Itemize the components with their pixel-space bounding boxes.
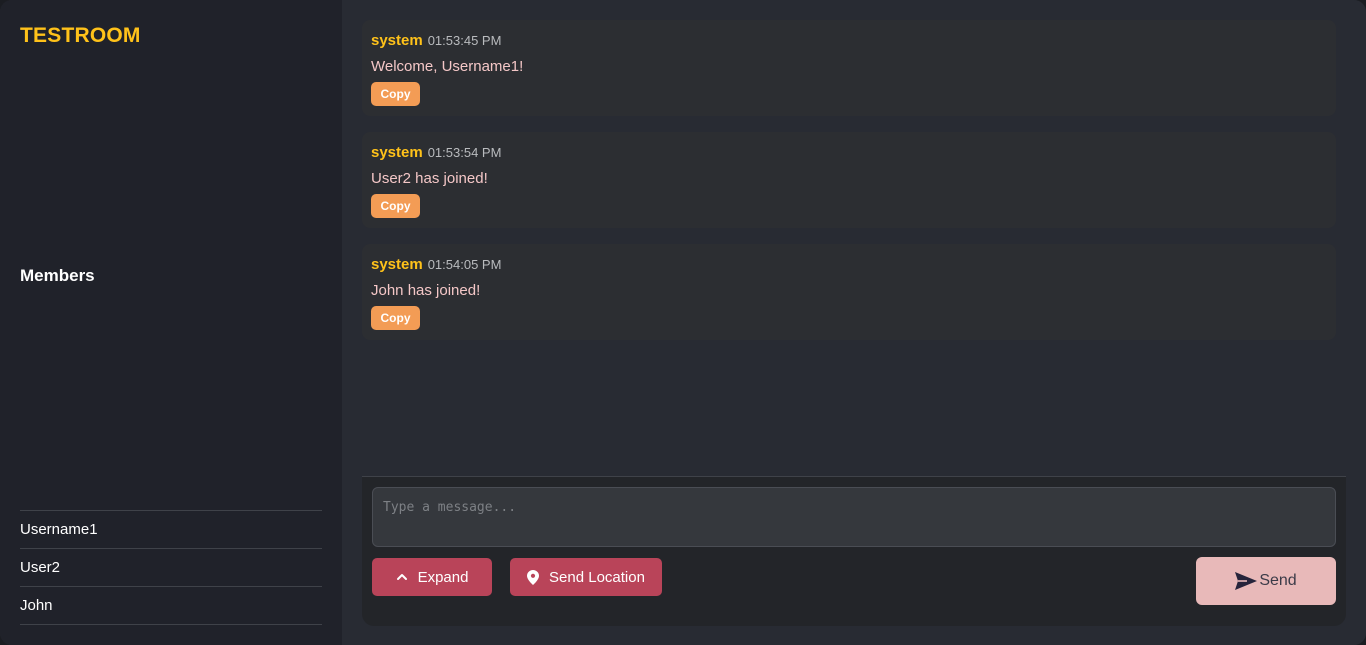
message: system 01:53:54 PM User2 has joined! Cop…: [362, 132, 1336, 228]
copy-button[interactable]: Copy: [371, 82, 420, 106]
message-timestamp: 01:53:54 PM: [427, 145, 502, 160]
paper-plane-icon: [1235, 572, 1258, 590]
composer: Expand Send Location Send: [362, 476, 1346, 626]
message-text: User2 has joined!: [371, 170, 488, 187]
send-location-button[interactable]: Send Location: [510, 558, 662, 596]
message: system 01:54:05 PM John has joined! Copy: [362, 244, 1336, 340]
message-timestamp: 01:53:45 PM: [427, 33, 502, 48]
message-timestamp: 01:54:05 PM: [427, 257, 502, 272]
member-list: Username1 User2 John: [20, 510, 322, 625]
member-item[interactable]: Username1: [20, 511, 322, 549]
chevron-up-icon: [396, 572, 408, 582]
message-sender: system: [371, 256, 423, 273]
message-list: system 01:53:45 PM Welcome, Username1! C…: [362, 20, 1336, 356]
map-pin-icon: [527, 569, 540, 585]
copy-button[interactable]: Copy: [371, 306, 420, 330]
message-sender: system: [371, 144, 423, 161]
message-sender: system: [371, 32, 423, 49]
room-title: TESTROOM: [20, 24, 141, 47]
message-input[interactable]: [372, 487, 1336, 547]
members-heading: Members: [20, 266, 95, 285]
send-label: Send: [1259, 572, 1297, 589]
copy-button[interactable]: Copy: [371, 194, 420, 218]
chat-app: TESTROOM Members Username1 User2 John sy…: [0, 0, 1366, 645]
send-button[interactable]: Send: [1196, 557, 1336, 605]
member-item[interactable]: John: [20, 587, 322, 625]
message: system 01:53:45 PM Welcome, Username1! C…: [362, 20, 1336, 116]
chat-main: system 01:53:45 PM Welcome, Username1! C…: [342, 0, 1366, 645]
sidebar: TESTROOM Members Username1 User2 John: [0, 0, 342, 645]
send-location-label: Send Location: [549, 568, 645, 586]
message-text: Welcome, Username1!: [371, 58, 524, 75]
member-item[interactable]: User2: [20, 549, 322, 587]
message-text: John has joined!: [371, 282, 481, 299]
expand-button[interactable]: Expand: [372, 558, 492, 596]
expand-label: Expand: [417, 568, 469, 586]
